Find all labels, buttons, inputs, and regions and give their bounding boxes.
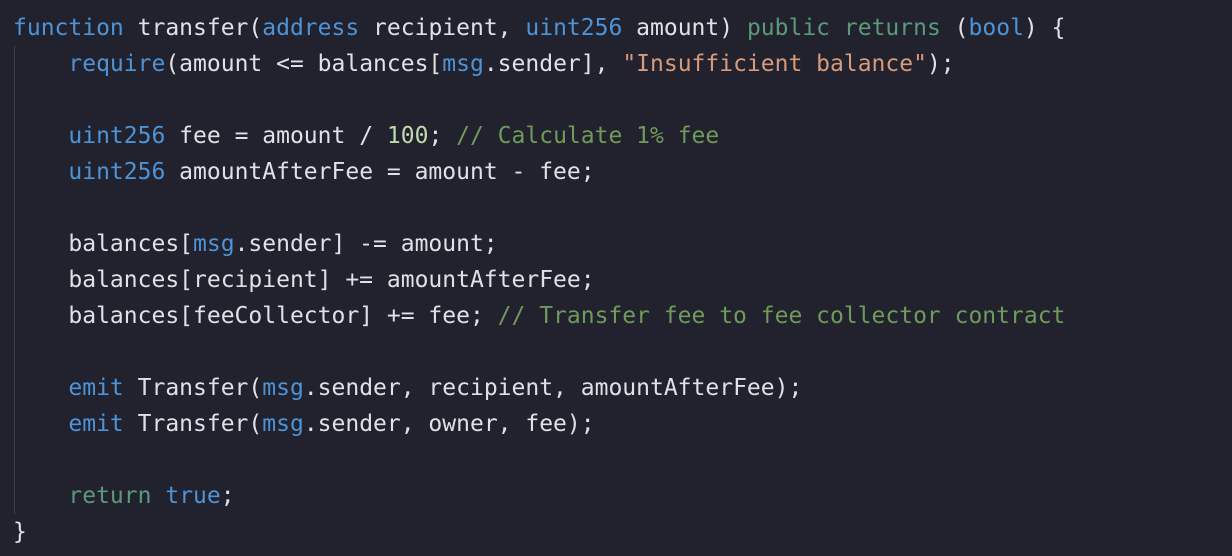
- code-token: balances[feeCollector] += fee;: [13, 303, 498, 329]
- code-token: return: [68, 483, 152, 509]
- code-token: ) {: [1023, 15, 1066, 41]
- code-token: .sender] -= amount;: [234, 231, 498, 257]
- code-token: public: [746, 15, 831, 41]
- code-token: .sender, owner, fee);: [303, 411, 595, 437]
- code-token: "Insufficient balance": [622, 51, 927, 77]
- code-token: // Calculate 1% fee: [456, 123, 720, 149]
- code-line[interactable]: uint256 amountAfterFee = amount - fee;: [0, 154, 1232, 190]
- code-line[interactable]: balances[feeCollector] += fee; // Transf…: [0, 298, 1232, 334]
- code-token: // Transfer fee to fee collector contrac…: [497, 303, 1066, 329]
- code-token: .sender],: [483, 51, 623, 77]
- code-line[interactable]: [0, 334, 1232, 370]
- code-token: transfer(: [123, 15, 263, 41]
- code-line[interactable]: [0, 442, 1232, 478]
- code-token: );: [926, 51, 955, 77]
- code-token: uint256: [68, 123, 166, 149]
- code-token: Transfer(: [123, 411, 263, 437]
- code-editor[interactable]: function transfer(address recipient, uin…: [0, 0, 1232, 556]
- code-token: balances[recipient] += amountAfterFee;: [13, 267, 595, 293]
- code-token: balances[: [13, 231, 194, 257]
- code-token: msg: [442, 51, 484, 77]
- code-token: fee = amount /: [165, 123, 387, 149]
- code-token: emit: [68, 375, 124, 401]
- code-line[interactable]: [0, 190, 1232, 226]
- code-line[interactable]: uint256 fee = amount / 100; // Calculate…: [0, 118, 1232, 154]
- code-token: 100: [386, 123, 429, 149]
- code-token: msg: [193, 231, 235, 257]
- code-line[interactable]: function transfer(address recipient, uin…: [0, 10, 1232, 46]
- code-line[interactable]: }: [0, 514, 1232, 550]
- code-token: uint256: [525, 15, 623, 41]
- code-token: }: [13, 519, 27, 545]
- code-token: ;: [220, 483, 235, 509]
- code-token: bool: [968, 15, 1024, 41]
- code-token: amountAfterFee = amount - fee;: [165, 159, 595, 185]
- code-token: (amount <= balances[: [165, 51, 443, 77]
- code-token: true: [165, 483, 221, 509]
- code-token: uint256: [68, 159, 166, 185]
- code-block[interactable]: function transfer(address recipient, uin…: [0, 10, 1232, 550]
- code-line[interactable]: require(amount <= balances[msg.sender], …: [0, 46, 1232, 82]
- code-token: msg: [262, 375, 304, 401]
- code-line[interactable]: emit Transfer(msg.sender, owner, fee);: [0, 406, 1232, 442]
- code-line[interactable]: return true;: [0, 478, 1232, 514]
- code-token: address: [262, 15, 360, 41]
- code-token: emit: [68, 411, 124, 437]
- code-token: function: [13, 15, 124, 41]
- code-token: returns: [843, 15, 941, 41]
- code-token: .sender, recipient, amountAfterFee);: [303, 375, 803, 401]
- code-token: amount): [622, 15, 747, 41]
- code-token: require: [68, 51, 166, 77]
- code-token: ;: [428, 123, 457, 149]
- code-line[interactable]: [0, 82, 1232, 118]
- code-token: msg: [262, 411, 304, 437]
- code-token: recipient,: [359, 15, 526, 41]
- code-line[interactable]: emit Transfer(msg.sender, recipient, amo…: [0, 370, 1232, 406]
- code-token: Transfer(: [123, 375, 263, 401]
- code-line[interactable]: balances[recipient] += amountAfterFee;: [0, 262, 1232, 298]
- code-line[interactable]: balances[msg.sender] -= amount;: [0, 226, 1232, 262]
- code-token: (: [940, 15, 969, 41]
